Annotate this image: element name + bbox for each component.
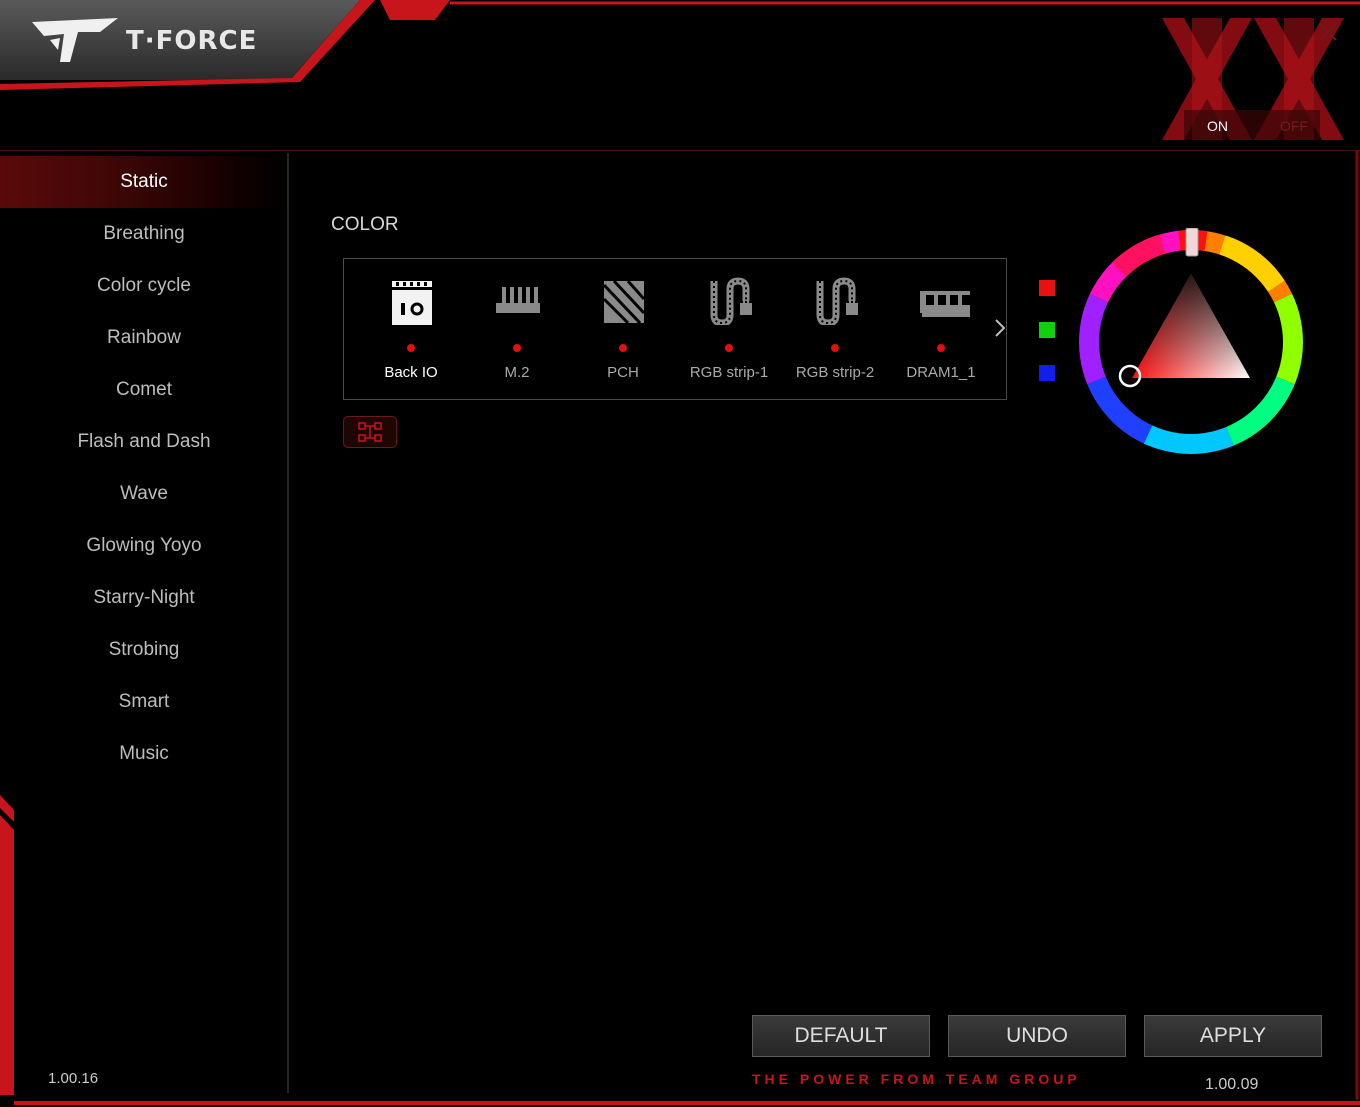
device-selector: Back IO M.2 PCH RGB strip-1 RGB strip-2 … [343, 258, 1007, 400]
device-label: PCH [607, 364, 639, 381]
dram-icon [920, 291, 970, 317]
tforce-logo: T·FORCE [30, 12, 270, 70]
device-label: M.2 [504, 364, 530, 381]
power-on-label[interactable]: ON [1207, 118, 1228, 134]
close-icon[interactable] [1316, 20, 1340, 44]
device-status-dot [407, 344, 415, 352]
default-button[interactable]: DEFAULT [752, 1015, 930, 1057]
device-status-dot [831, 344, 839, 352]
undo-button[interactable]: UNDO [948, 1015, 1126, 1057]
sidebar-item-rainbow[interactable]: Rainbow [0, 312, 288, 364]
hue-marker[interactable] [1185, 228, 1199, 257]
device-status-dot [937, 344, 945, 352]
back-io-icon [392, 281, 432, 325]
tforce-wing-icon [32, 18, 118, 62]
firmware-version: 1.00.16 [48, 1070, 99, 1087]
sidebar-item-smart[interactable]: Smart [0, 676, 288, 728]
device-label: RGB strip-2 [795, 364, 875, 381]
tagline: THE POWER FROM TEAM GROUP [752, 1071, 1081, 1087]
blue-swatch[interactable] [1039, 365, 1055, 381]
device-label: RGB strip-1 [689, 364, 769, 381]
device-status-dot [513, 344, 521, 352]
sidebar-item-wave[interactable]: Wave [0, 468, 288, 520]
sidebar-item-static[interactable]: Static [0, 156, 288, 208]
sidebar-item-music[interactable]: Music [0, 728, 288, 780]
section-label: COLOR [331, 214, 399, 235]
apply-button[interactable]: APPLY [1144, 1015, 1322, 1057]
sync-devices-button[interactable] [343, 416, 397, 448]
red-swatch[interactable] [1039, 280, 1055, 296]
m2-icon [496, 287, 540, 313]
device-m2[interactable]: M.2 [464, 259, 570, 399]
logo-text: T·FORCE [126, 26, 258, 56]
sidebar-item-color-cycle[interactable]: Color cycle [0, 260, 288, 312]
sidebar-item-breathing[interactable]: Breathing [0, 208, 288, 260]
sidebar-item-strobing[interactable]: Strobing [0, 624, 288, 676]
header-divider [0, 150, 1360, 151]
device-status-dot [619, 344, 627, 352]
device-label: Back IO [384, 364, 438, 381]
device-dram1-1[interactable]: DRAM1_1 [888, 259, 994, 399]
rgb-strip-icon [816, 277, 858, 325]
color-wheel[interactable] [1078, 228, 1304, 456]
device-label: DRAM1_1 [906, 364, 976, 381]
device-pch[interactable]: PCH [570, 259, 676, 399]
green-swatch[interactable] [1039, 322, 1055, 338]
sidebar-item-starry-night[interactable]: Starry-Night [0, 572, 288, 624]
pch-icon [602, 279, 646, 325]
sidebar-divider [287, 153, 289, 1093]
sidebar-item-comet[interactable]: Comet [0, 364, 288, 416]
device-back-io[interactable]: Back IO [358, 259, 464, 399]
device-rgb-strip-2[interactable]: RGB strip-2 [782, 259, 888, 399]
effect-sidebar: Static Breathing Color cycle Rainbow Com… [0, 156, 288, 780]
rgb-strip-icon [710, 277, 752, 325]
sidebar-item-glowing-yoyo[interactable]: Glowing Yoyo [0, 520, 288, 572]
app-version: 1.00.09 [1205, 1076, 1259, 1093]
link-devices-icon [358, 422, 382, 442]
chevron-right-icon[interactable] [992, 316, 1008, 340]
sidebar-item-flash-and-dash[interactable]: Flash and Dash [0, 416, 288, 468]
device-rgb-strip-1[interactable]: RGB strip-1 [676, 259, 782, 399]
device-status-dot [725, 344, 733, 352]
power-off-label[interactable]: OFF [1280, 118, 1308, 134]
